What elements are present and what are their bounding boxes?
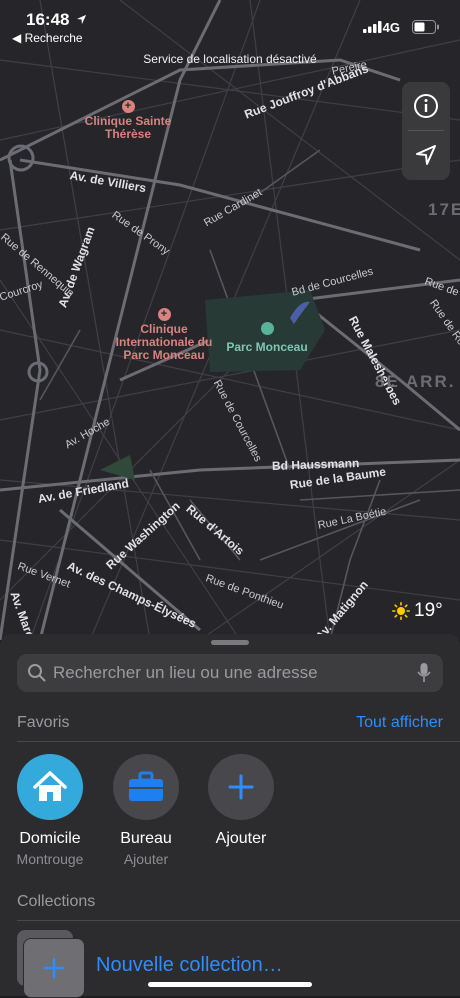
poi-clinic[interactable]: + Clinique Sainte Thérèse xyxy=(78,100,178,141)
signal-icon xyxy=(363,21,382,33)
info-button[interactable] xyxy=(402,82,450,130)
favorite-name: Ajouter xyxy=(215,830,267,847)
map-view[interactable]: Rue Jouffroy d'Abbans Av. de Villiers Ru… xyxy=(0,0,460,640)
district-label: 8E ARR. xyxy=(375,372,456,391)
new-collection-button[interactable]: Nouvelle collection… xyxy=(96,954,283,977)
favorite-work-circle xyxy=(113,754,179,820)
favorite-name: Domicile xyxy=(19,830,81,847)
tree-icon xyxy=(260,322,274,335)
status-time: 16:48 xyxy=(26,10,87,30)
thumbnail-front xyxy=(23,938,85,998)
favorite-subtitle: Ajouter xyxy=(123,851,169,867)
briefcase-icon xyxy=(129,771,163,801)
collections-title: Collections xyxy=(17,893,96,910)
info-icon xyxy=(414,94,438,118)
poi-label: Clinique Internationale du Parc Monceau xyxy=(115,322,213,362)
divider xyxy=(17,920,460,921)
favorite-add-circle xyxy=(208,754,274,820)
poi-label: Clinique Sainte Thérèse xyxy=(84,114,172,141)
see-all-link[interactable]: Tout afficher xyxy=(356,714,443,732)
location-disabled-banner: Service de localisation désactivé xyxy=(143,52,317,66)
search-input[interactable]: Rechercher un lieu ou une adresse xyxy=(53,663,417,683)
sheet-grabber[interactable] xyxy=(211,640,249,645)
favorite-work[interactable]: Bureau Ajouter xyxy=(98,754,194,867)
search-bar[interactable]: Rechercher un lieu ou une adresse xyxy=(17,654,443,692)
hospital-icon: + xyxy=(121,100,135,113)
poi-park[interactable]: Parc Monceau xyxy=(225,322,309,354)
new-collection-thumbnail[interactable] xyxy=(17,930,85,998)
hospital-icon: + xyxy=(157,308,171,321)
district-label: 17E xyxy=(428,200,460,219)
location-arrow-icon xyxy=(77,14,87,25)
house-icon xyxy=(33,771,67,801)
favorite-home[interactable]: Domicile Montrouge xyxy=(2,754,98,867)
plus-icon xyxy=(43,957,65,979)
favorite-name: Bureau xyxy=(120,830,172,847)
plus-icon xyxy=(228,774,254,800)
battery-icon xyxy=(412,20,439,34)
network-type: 4G xyxy=(382,20,400,35)
temperature: 19° xyxy=(414,600,443,621)
status-bar: 16:48 ◀ Recherche 4G xyxy=(0,0,460,50)
search-icon xyxy=(28,664,46,682)
favorite-home-circle xyxy=(17,754,83,820)
favorite-subtitle: Montrouge xyxy=(16,851,84,867)
divider xyxy=(17,741,460,742)
back-to-app-link[interactable]: ◀ Recherche xyxy=(12,31,83,45)
locate-button[interactable] xyxy=(402,131,450,179)
favorite-add[interactable]: Ajouter xyxy=(193,754,289,848)
favorites-title: Favoris xyxy=(17,714,70,731)
map-controls xyxy=(402,82,450,180)
sun-icon xyxy=(392,602,410,620)
poi-clinic[interactable]: + Clinique Internationale du Parc Moncea… xyxy=(108,308,220,362)
weather-widget: 19° xyxy=(392,600,443,622)
location-arrow-icon xyxy=(416,145,436,165)
microphone-icon[interactable] xyxy=(417,662,431,684)
park-label: Parc Monceau xyxy=(226,340,308,354)
home-indicator xyxy=(148,982,312,987)
